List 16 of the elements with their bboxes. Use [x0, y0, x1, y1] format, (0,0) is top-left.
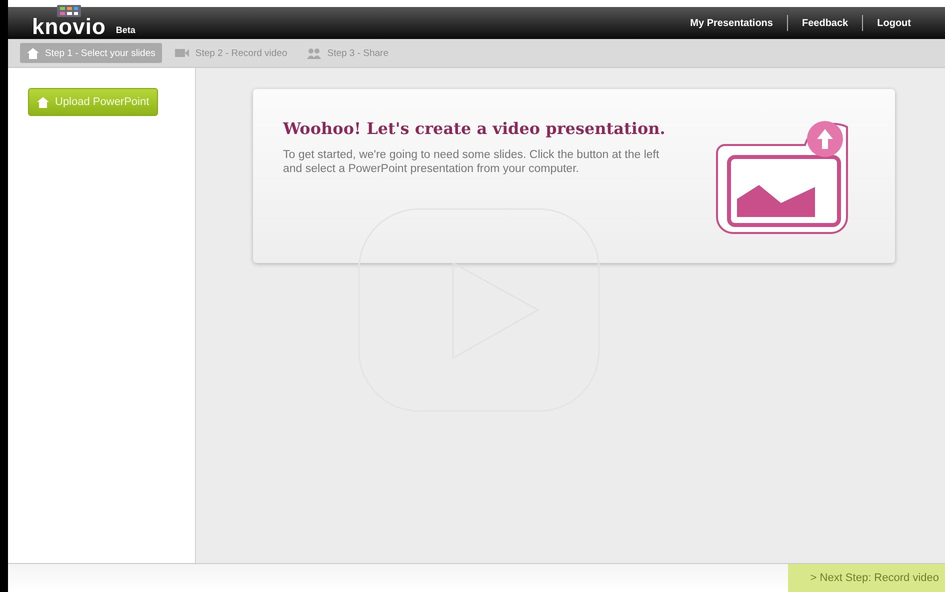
nav-link[interactable]: Feedback	[788, 18, 862, 28]
nav-link[interactable]: Logout	[863, 18, 925, 28]
beta-label: Beta	[116, 25, 136, 35]
home-icon	[27, 48, 39, 58]
step-tab[interactable]: Step 2 - Record video	[168, 43, 294, 63]
home-icon	[37, 96, 49, 108]
card-title: Woohoo! Let's create a video presentation.	[283, 119, 666, 138]
nav-link[interactable]: My Presentations	[676, 18, 787, 28]
logo-text: knovio	[32, 17, 106, 37]
camera-icon	[175, 49, 190, 57]
step-tab[interactable]: Step 1 - Select your slides	[20, 43, 162, 63]
logo-icon	[56, 5, 81, 17]
step-tab[interactable]: Step 3 - Share	[300, 43, 396, 63]
card-description: To get started, we're going to need some slides. Click the button at the left and select a PowerPoint presentation from your computer.	[283, 148, 660, 176]
people-icon	[307, 48, 322, 58]
upload-button[interactable]: Upload PowerPoint	[28, 88, 158, 116]
